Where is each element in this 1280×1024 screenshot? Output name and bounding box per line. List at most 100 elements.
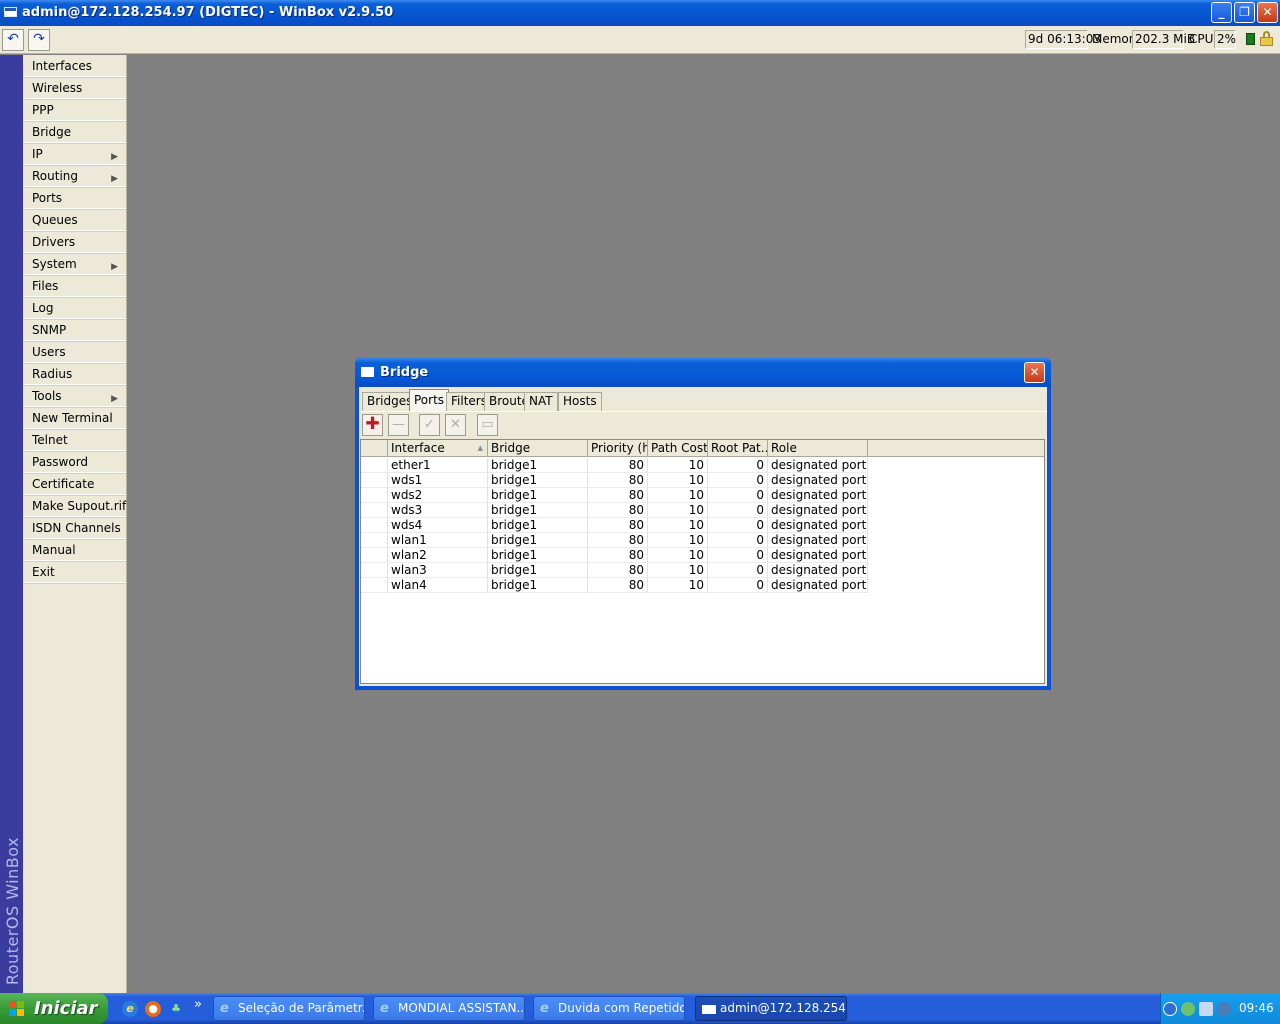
sidebar-item-interfaces[interactable]: Interfaces [23,55,126,77]
table-row[interactable]: ether1 bridge1 80 10 0 designated port [361,458,1044,473]
sidebar-item-users[interactable]: Users [23,341,126,363]
sidebar-item-label: System [32,257,77,271]
sidebar-item-tools[interactable]: Tools ▶ [23,385,126,407]
cell-interface: wds2 [388,488,488,503]
table-row[interactable]: wds1 bridge1 80 10 0 designated port [361,473,1044,488]
sidebar-item-label: Drivers [32,235,76,249]
sidebar-item-radius[interactable]: Radius [23,363,126,385]
table-row[interactable]: wlan3 bridge1 80 10 0 designated port [361,563,1044,578]
taskbar-button[interactable]: e Seleção de Parâmetr... [213,996,365,1021]
sidebar-item-label: SNMP [32,323,67,337]
sidebar-item-label: Exit [32,565,55,579]
windows-logo-icon [9,1001,25,1017]
sidebar-item-queues[interactable]: Queues [23,209,126,231]
sidebar-item-system[interactable]: System ▶ [23,253,126,275]
sidebar-item-label: Users [32,345,66,359]
sidebar-item-routing[interactable]: Routing ▶ [23,165,126,187]
table-row[interactable]: wlan1 bridge1 80 10 0 designated port [361,533,1044,548]
remove-button[interactable]: — [388,414,409,436]
start-button[interactable]: Iniciar [0,993,108,1024]
table-row[interactable]: wlan4 bridge1 80 10 0 designated port [361,578,1044,593]
select-column-header[interactable] [361,440,388,457]
sidebar-item-label: Radius [32,367,73,381]
taskbar-button[interactable]: e Duvida com Repetido... [533,996,685,1021]
cell-interface: wlan4 [388,578,488,593]
quick-launch-more-icon[interactable]: » [194,997,202,1012]
cell-interface: wlan3 [388,563,488,578]
disable-button[interactable]: ✕ [445,414,466,436]
cell-bridge: bridge1 [488,548,588,563]
add-button[interactable]: ✚ [362,414,383,436]
sidebar-item-manual[interactable]: Manual [23,539,126,561]
sidebar-item-label: IP [32,147,43,161]
redo-button[interactable]: ↷ [28,29,50,51]
table-row[interactable]: wds2 bridge1 80 10 0 designated port [361,488,1044,503]
cell-priority: 80 [588,563,648,578]
priority-column-header[interactable]: Priority (h... [588,440,648,457]
sidebar-item-exit[interactable]: Exit [23,561,126,583]
sidebar-item-isdn-channels[interactable]: ISDN Channels [23,517,126,539]
root-path-column-header[interactable]: Root Pat... [708,440,768,457]
status-indicator-icon [1246,33,1255,45]
sidebar-item-label: Manual [32,543,76,557]
messenger-tray-icon[interactable] [1181,1002,1195,1016]
cell-interface: wds1 [388,473,488,488]
messenger-icon[interactable]: ♣ [168,1001,184,1017]
audio-icon[interactable] [1217,1002,1231,1016]
cell-select [361,563,388,578]
sidebar-item-files[interactable]: Files [23,275,126,297]
network-icon[interactable] [1199,1002,1213,1016]
taskbar-button[interactable]: e MONDIAL ASSISTAN... [373,996,525,1021]
bridge-column-header[interactable]: Bridge [488,440,588,457]
minimize-button[interactable]: _ [1211,2,1232,23]
maximize-button[interactable]: ❐ [1234,2,1255,23]
cell-interface: wds3 [388,503,488,518]
cell-role: designated port [768,503,868,518]
sidebar-item-ports[interactable]: Ports [23,187,126,209]
tab-nat[interactable]: NAT [524,392,558,411]
sidebar-item-ip[interactable]: IP ▶ [23,143,126,165]
role-column-header[interactable]: Role [768,440,868,457]
undo-button[interactable]: ↶ [2,29,24,51]
tab-ports[interactable]: Ports [409,389,450,412]
cell-bridge: bridge1 [488,458,588,473]
sidebar-item-make-supout-rif[interactable]: Make Supout.rif [23,495,126,517]
interface-column-header[interactable]: Interface ▲ [388,440,488,457]
sidebar-item-wireless[interactable]: Wireless [23,77,126,99]
taskbar-button[interactable]: admin@172.128.254.... [695,996,847,1021]
tray-collapse-icon[interactable] [1163,1002,1177,1016]
column-label: Bridge [491,441,531,455]
table-row[interactable]: wlan2 bridge1 80 10 0 designated port [361,548,1044,563]
sidebar-item-label: Log [32,301,54,315]
table-row[interactable]: wds3 bridge1 80 10 0 designated port [361,503,1044,518]
bridge-close-button[interactable]: ✕ [1024,362,1045,383]
sidebar-item-bridge[interactable]: Bridge [23,121,126,143]
ie-icon: e [380,1001,389,1016]
path-cost-column-header[interactable]: Path Cost [648,440,708,457]
cell-select [361,518,388,533]
sidebar-item-certificate[interactable]: Certificate [23,473,126,495]
memory-readout: 202.3 MiB [1132,30,1195,49]
close-button[interactable]: ✕ [1257,2,1278,23]
cell-root-path: 0 [708,503,768,518]
bridge-window-titlebar[interactable]: Bridge ✕ [355,357,1051,387]
cell-priority: 80 [588,458,648,473]
cell-role: designated port [768,458,868,473]
comment-button[interactable]: ▭ [477,414,498,436]
sidebar-item-password[interactable]: Password [23,451,126,473]
sidebar-item-telnet[interactable]: Telnet [23,429,126,451]
cell-root-path: 0 [708,578,768,593]
table-row[interactable]: wds4 bridge1 80 10 0 designated port [361,518,1044,533]
ie-icon[interactable]: e [122,1001,138,1017]
sidebar-item-drivers[interactable]: Drivers [23,231,126,253]
tab-hosts[interactable]: Hosts [558,392,602,411]
cell-bridge: bridge1 [488,503,588,518]
sidebar-item-log[interactable]: Log [23,297,126,319]
sidebar-item-snmp[interactable]: SNMP [23,319,126,341]
sidebar-item-ppp[interactable]: PPP [23,99,126,121]
taskbar-button-label: Seleção de Parâmetr... [238,1001,365,1015]
sidebar-item-label: Routing [32,169,79,183]
firefox-icon[interactable]: ● [145,1001,161,1017]
enable-button[interactable]: ✓ [419,414,440,436]
sidebar-item-new-terminal[interactable]: New Terminal [23,407,126,429]
